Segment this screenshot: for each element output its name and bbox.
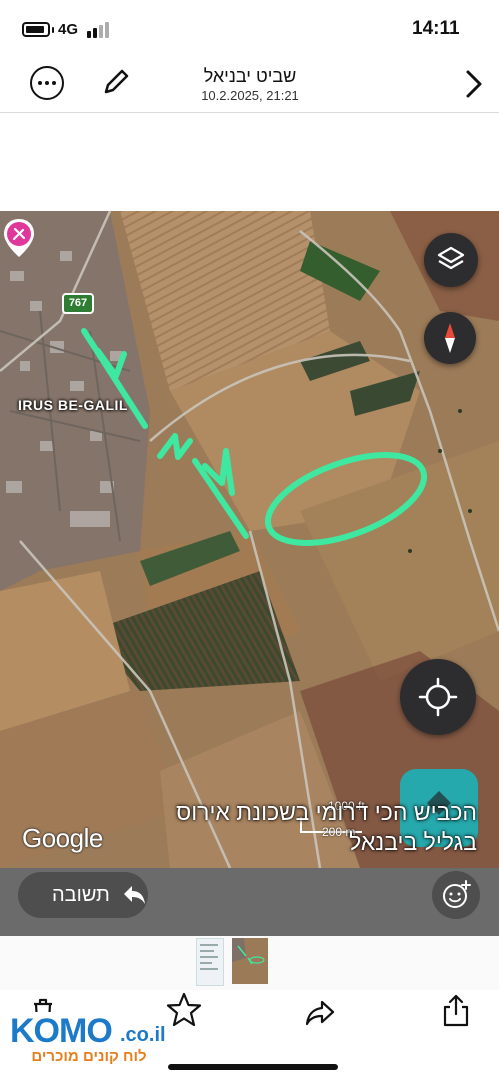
bottom-toolbar: KOMO .co.il לוח קונים מוכרים xyxy=(0,990,499,1080)
status-bar: 4G 14:11 xyxy=(0,0,499,58)
favorite-button[interactable] xyxy=(164,990,204,1030)
thumbnail-map[interactable] xyxy=(232,938,268,984)
more-options-button[interactable] xyxy=(30,66,64,100)
message-header: שביט יבניאל 10.2.2025, 21:21 xyxy=(0,58,499,113)
image-caption: הכביש הכי דרומי בשכונת אירוס בגליל ביבנא… xyxy=(147,797,477,857)
thumbnail-strip xyxy=(0,936,499,990)
my-location-button[interactable] xyxy=(400,659,476,735)
layers-button[interactable] xyxy=(424,233,478,287)
map-pin-icon[interactable] xyxy=(2,217,36,259)
reply-label: תשובה xyxy=(52,884,110,906)
reply-bar: תשובה xyxy=(0,868,499,936)
caption-line-2: בגליל ביבנאל xyxy=(349,829,477,855)
compass-button[interactable] xyxy=(424,312,476,364)
edit-button[interactable] xyxy=(100,66,132,98)
emoji-add-icon xyxy=(443,880,471,908)
sender-name: שביט יבניאל xyxy=(203,66,297,86)
chevron-right-icon xyxy=(466,70,482,98)
signal-icon xyxy=(87,22,109,38)
battery-icon xyxy=(22,22,50,37)
reply-arrow-icon xyxy=(124,886,145,904)
upload-icon xyxy=(443,994,469,1027)
network-type: 4G xyxy=(58,21,79,38)
map-thumbnail-image xyxy=(232,938,268,984)
battery-tip xyxy=(52,27,54,33)
star-icon xyxy=(166,992,202,1027)
share-button[interactable] xyxy=(440,992,472,1030)
google-logo: Google xyxy=(22,823,103,853)
layers-icon xyxy=(437,246,465,270)
thumbnail-document[interactable] xyxy=(196,938,224,986)
map-screenshot[interactable]: 767 IRUS BE-GALIL 1000 ft 200 m Google ה… xyxy=(0,211,499,868)
komo-logo: KOMO xyxy=(10,1012,113,1050)
share-icon xyxy=(305,1000,335,1026)
add-reaction-button[interactable] xyxy=(432,871,480,919)
home-indicator xyxy=(168,1064,338,1070)
komo-domain: .co.il xyxy=(120,1024,166,1046)
status-time: 14:11 xyxy=(412,18,460,39)
town-label: IRUS BE-GALIL xyxy=(18,397,128,413)
document-thumbnail-lines xyxy=(200,944,218,970)
pencil-icon xyxy=(104,69,129,94)
komo-tagline: לוח קונים מוכרים xyxy=(31,1048,147,1065)
forward-button[interactable] xyxy=(302,994,338,1030)
message-timestamp: 10.2.2025, 21:21 xyxy=(201,88,299,103)
reply-button[interactable]: תשובה xyxy=(18,872,148,918)
caption-line-1: הכביש הכי דרומי בשכונת אירוס xyxy=(176,799,477,825)
next-button[interactable] xyxy=(462,66,486,102)
road-number-badge: 767 xyxy=(62,293,94,314)
location-icon xyxy=(418,677,458,717)
compass-icon xyxy=(445,323,455,353)
komo-watermark: KOMO .co.il לוח קונים מוכרים xyxy=(4,1012,170,1068)
